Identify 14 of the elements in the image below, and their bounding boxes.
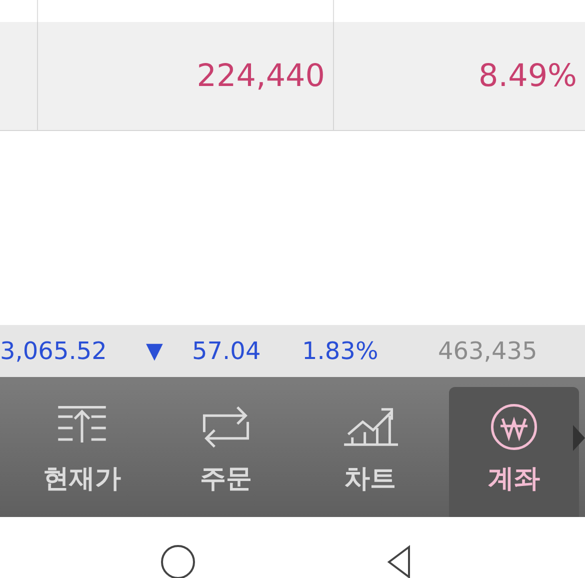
down-arrow: ▼ <box>146 338 164 364</box>
volume-value: 463,435 <box>438 337 538 365</box>
nav-tab[interactable]: 차트 <box>305 387 435 517</box>
table-cell: 224,440 <box>38 22 334 130</box>
nav-tab[interactable]: 주문 <box>161 387 291 517</box>
nav-tab[interactable]: 현재가 <box>17 387 147 517</box>
change-value: 57.04 <box>192 337 262 365</box>
nav-tab[interactable]: 계좌 <box>449 387 579 517</box>
home-icon[interactable] <box>160 544 196 578</box>
index-value: 3,065.52 <box>0 337 108 365</box>
change-percent: 1.83% <box>302 337 380 365</box>
scroll-right-icon[interactable] <box>573 425 585 451</box>
back-icon[interactable] <box>385 544 413 578</box>
table-cell-text: 8.49% <box>478 57 578 96</box>
